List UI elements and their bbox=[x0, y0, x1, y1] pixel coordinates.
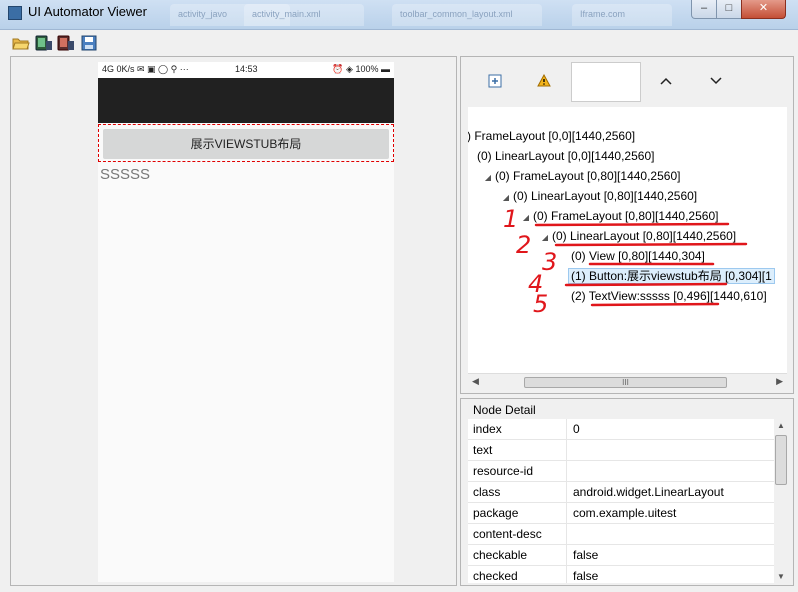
title-bar: UI Automator Viewer activity_javo activi… bbox=[0, 0, 798, 30]
screenshot-thumbnail bbox=[571, 62, 641, 102]
scroll-up-icon[interactable]: ▲ bbox=[777, 421, 785, 430]
expand-all-icon[interactable] bbox=[486, 71, 504, 91]
android-status-bar: 4G 0K/s ✉ ▣ ◯ ⚲ ··· 14:53 ⏰ ◈ 100% ▬ bbox=[98, 62, 394, 78]
background-tab: toolbar_common_layout.xml bbox=[392, 4, 542, 26]
selected-node-outline[interactable]: 展示VIEWSTUB布局 bbox=[98, 124, 394, 162]
tree-node[interactable]: ◢ (0) LinearLayout [0,80][1440,2560] bbox=[499, 187, 697, 205]
node-detail-table[interactable]: index 0 text resource-id class android.wid… bbox=[468, 419, 774, 583]
collapse-arrow-icon[interactable]: ◢ bbox=[481, 169, 495, 187]
hierarchy-tree[interactable]: ) FrameLayout [0,0][1440,2560] (0) Linea… bbox=[468, 107, 787, 390]
collapse-arrow-icon[interactable]: ◢ bbox=[538, 229, 552, 247]
table-row[interactable]: content-desc bbox=[468, 524, 774, 545]
tree-node[interactable]: ◢ (0) LinearLayout [0,80][1440,2560] bbox=[538, 227, 736, 245]
table-row[interactable]: package com.example.uitest bbox=[468, 503, 774, 524]
maximize-button[interactable]: □ bbox=[716, 0, 742, 19]
viewstub-button[interactable]: 展示VIEWSTUB布局 bbox=[103, 129, 389, 159]
tree-node[interactable]: (0) View [0,80][1440,304] bbox=[571, 247, 705, 265]
device-screen[interactable]: 4G 0K/s ✉ ▣ ◯ ⚲ ··· 14:53 ⏰ ◈ 100% ▬ 展示V… bbox=[98, 62, 394, 582]
scroll-thumb[interactable]: III bbox=[524, 377, 727, 388]
hierarchy-panel: ) FrameLayout [0,0][1440,2560] (0) Linea… bbox=[460, 56, 794, 394]
status-right: ⏰ ◈ 100% ▬ bbox=[332, 64, 390, 74]
tree-node[interactable]: ◢ (0) FrameLayout [0,80][1440,2560] bbox=[481, 167, 681, 187]
horizontal-scrollbar[interactable]: ◀ III ▶ bbox=[468, 373, 787, 390]
sssss-textview[interactable]: SSSSS bbox=[100, 166, 150, 183]
background-tab: activity_main.xml bbox=[244, 4, 364, 26]
chevron-up-icon[interactable] bbox=[657, 71, 675, 91]
table-row[interactable]: resource-id bbox=[468, 461, 774, 482]
vertical-scrollbar[interactable]: ▲ ▼ bbox=[774, 419, 788, 583]
tree-node[interactable]: ◢ (0) FrameLayout [0,80][1440,2560] bbox=[519, 207, 719, 227]
device-screenshot-panel[interactable]: 4G 0K/s ✉ ▣ ◯ ⚲ ··· 14:53 ⏰ ◈ 100% ▬ 展示V… bbox=[10, 56, 457, 586]
save-icon[interactable] bbox=[80, 35, 98, 51]
tree-node[interactable]: (2) TextView:sssss [0,496][1440,610] bbox=[571, 287, 767, 305]
table-row[interactable]: checked false bbox=[468, 566, 774, 583]
node-detail-title: Node Detail bbox=[473, 403, 536, 417]
chevron-down-icon[interactable] bbox=[707, 71, 725, 91]
tree-node-selected[interactable]: (1) Button:展示viewstub布局 [0,304][1 bbox=[568, 267, 775, 285]
scroll-left-icon[interactable]: ◀ bbox=[472, 376, 479, 387]
tree-node[interactable]: ) FrameLayout [0,0][1440,2560] bbox=[468, 127, 635, 145]
scroll-thumb[interactable] bbox=[775, 435, 787, 485]
warning-icon[interactable] bbox=[535, 71, 553, 91]
toolbar bbox=[0, 30, 798, 56]
action-bar bbox=[98, 78, 394, 123]
minimize-button[interactable]: – bbox=[691, 0, 717, 19]
table-row[interactable]: index 0 bbox=[468, 419, 774, 440]
table-row[interactable]: class android.widget.LinearLayout bbox=[468, 482, 774, 503]
node-detail-panel: Node Detail index 0 text resource-id clas… bbox=[460, 398, 794, 586]
scroll-right-icon[interactable]: ▶ bbox=[776, 376, 783, 387]
open-folder-icon[interactable] bbox=[12, 35, 30, 51]
window-title: UI Automator Viewer bbox=[28, 4, 147, 19]
status-time: 14:53 bbox=[235, 64, 258, 74]
collapse-arrow-icon[interactable]: ◢ bbox=[519, 209, 533, 227]
tree-node[interactable]: (0) LinearLayout [0,0][1440,2560] bbox=[477, 147, 654, 165]
table-row[interactable]: checkable false bbox=[468, 545, 774, 566]
device-screenshot-compressed-icon[interactable] bbox=[57, 35, 75, 51]
close-button[interactable]: ✕ bbox=[741, 0, 786, 19]
device-screenshot-icon[interactable] bbox=[35, 35, 53, 51]
table-row[interactable]: text bbox=[468, 440, 774, 461]
app-icon bbox=[8, 6, 22, 20]
background-tab: Iframe.com bbox=[572, 4, 672, 26]
collapse-arrow-icon[interactable]: ◢ bbox=[499, 189, 513, 207]
status-left: 4G 0K/s ✉ ▣ ◯ ⚲ ··· bbox=[102, 64, 189, 74]
scroll-down-icon[interactable]: ▼ bbox=[777, 572, 785, 581]
